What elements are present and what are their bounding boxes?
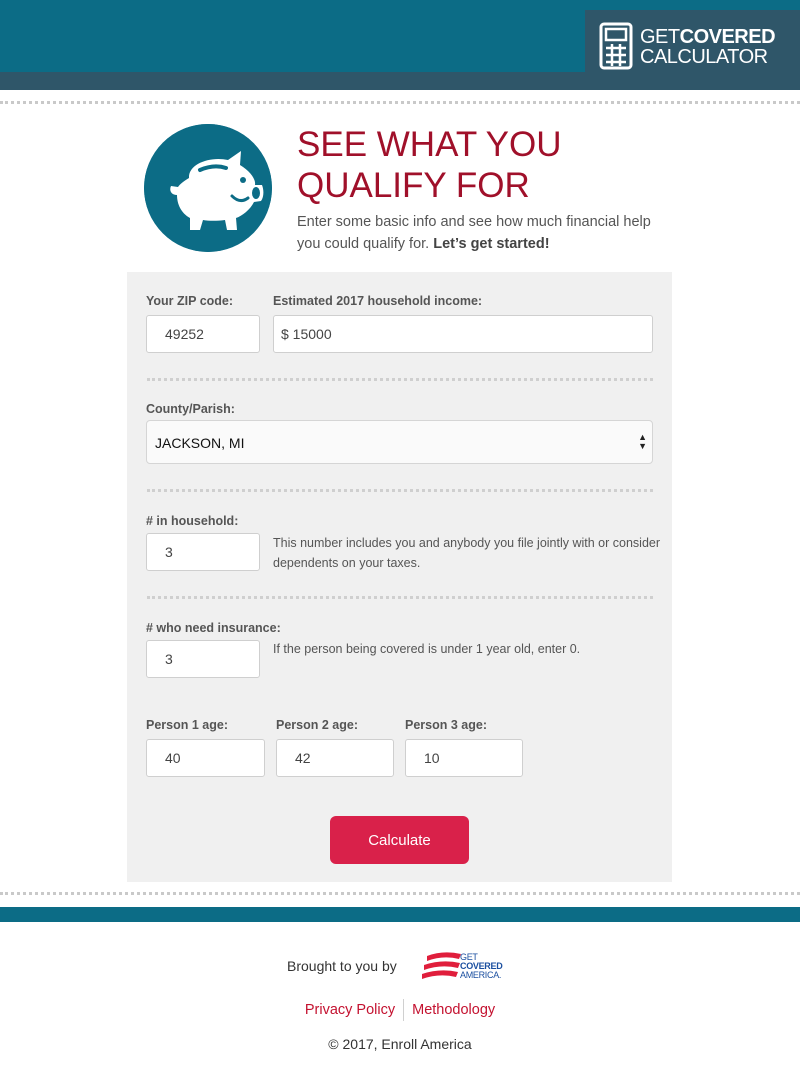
- income-input[interactable]: [273, 315, 653, 353]
- household-label: # in household:: [146, 514, 239, 528]
- insured-input[interactable]: [146, 640, 260, 678]
- intro-text: Enter some basic info and see how much f…: [297, 211, 667, 255]
- form-divider: [147, 378, 653, 381]
- top-dotted-divider: [0, 101, 800, 104]
- zip-label: Your ZIP code:: [146, 294, 234, 308]
- person-2-age-input[interactable]: [276, 739, 394, 777]
- select-arrows-icon: ▲ ▼: [638, 432, 647, 451]
- top-banner-shade: [0, 72, 800, 90]
- logo-calculator: CALCULATOR: [640, 46, 768, 68]
- link-separator: [403, 999, 405, 1021]
- footer-links: Privacy Policy Methodology: [0, 999, 800, 1021]
- calculate-button[interactable]: Calculate: [330, 816, 469, 864]
- household-help: This number includes you and anybody you…: [273, 536, 661, 570]
- logo-covered: COVERED: [679, 26, 776, 48]
- page-title: SEE WHAT YOU QUALIFY FOR: [297, 124, 562, 206]
- calculator-form: [127, 272, 672, 882]
- form-divider: [147, 596, 653, 599]
- partner-america: AMERICA.: [460, 970, 502, 980]
- copyright: © 2017, Enroll America: [328, 1036, 472, 1052]
- get-covered-america-logo[interactable]: GET COVERED AMERICA.: [460, 953, 503, 980]
- income-label: Estimated 2017 household income:: [273, 294, 483, 308]
- zip-input[interactable]: [146, 315, 260, 353]
- household-input[interactable]: [146, 533, 260, 571]
- title-line-2: QUALIFY FOR: [297, 166, 530, 205]
- logo-wordmark: GETCOVERED CALCULATOR: [640, 26, 776, 68]
- person-1-age-label: Person 1 age:: [146, 718, 228, 732]
- insured-help: If the person being covered is under 1 y…: [273, 642, 581, 656]
- calculator-icon: [599, 22, 633, 70]
- county-select[interactable]: JACKSON, MI ▲ ▼: [146, 420, 653, 464]
- bottom-banner: [0, 907, 800, 922]
- person-2-age-label: Person 2 age:: [276, 718, 358, 732]
- logo-get: GET: [640, 26, 680, 48]
- flag-stripes-icon: [422, 952, 461, 979]
- intro-cta: Let’s get started!: [433, 236, 550, 252]
- brought-by-text: Brought to you by: [287, 958, 397, 974]
- person-1-age-input[interactable]: [146, 739, 265, 777]
- insured-label: # who need insurance:: [146, 621, 281, 635]
- county-label: County/Parish:: [146, 402, 235, 416]
- bottom-dotted-divider: [0, 892, 800, 895]
- privacy-policy-link[interactable]: Privacy Policy: [305, 1002, 395, 1018]
- person-3-age-label: Person 3 age:: [405, 718, 487, 732]
- methodology-link[interactable]: Methodology: [412, 1002, 495, 1018]
- form-divider: [147, 489, 653, 492]
- piggy-bank-icon: [144, 124, 272, 252]
- county-selected-value: JACKSON, MI: [155, 435, 245, 451]
- person-3-age-input[interactable]: [405, 739, 523, 777]
- title-line-1: SEE WHAT YOU: [297, 125, 562, 164]
